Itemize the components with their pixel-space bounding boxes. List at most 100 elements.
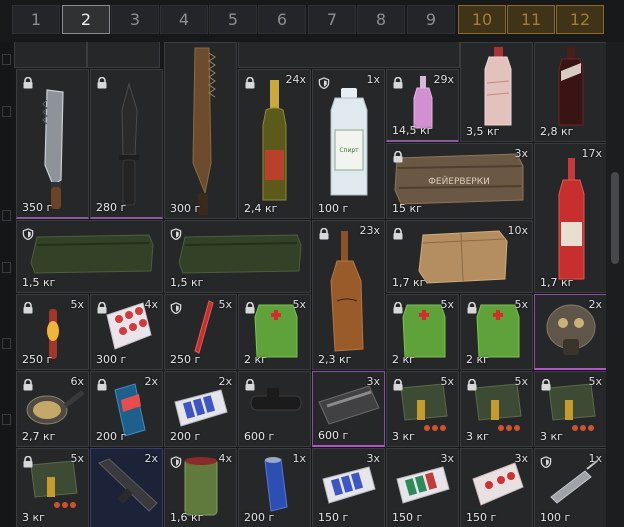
- item-red-stick[interactable]: 5x 250 г: [164, 294, 237, 370]
- item-quantity: 5x: [588, 375, 602, 388]
- item-frying-pan[interactable]: 6x 2,7 кг: [16, 371, 89, 447]
- tab-page-5[interactable]: 5: [209, 5, 257, 34]
- item-serrated-knife[interactable]: 350 г: [16, 69, 89, 219]
- tab-page-8[interactable]: 8: [357, 5, 405, 34]
- item-quantity: 5x: [514, 298, 528, 311]
- inventory-slot-partial[interactable]: [87, 42, 160, 68]
- lock-icon: [540, 376, 552, 388]
- item-weight: 150 г: [392, 511, 423, 524]
- item-blue-can[interactable]: 1x 200 г: [238, 448, 311, 527]
- item-gas-mask-helmet[interactable]: 2x: [534, 294, 606, 370]
- item-saw-blade[interactable]: 300 г: [164, 42, 237, 219]
- lock-icon: [96, 299, 108, 311]
- item-vodka-bottle[interactable]: 17x 1,7 кг: [534, 143, 606, 293]
- item-quantity: 3x: [514, 147, 528, 160]
- item-grenade-pack[interactable]: 5x 3 кг: [386, 371, 459, 447]
- brown-bottle-icon: [330, 231, 364, 352]
- tab-page-12[interactable]: 12: [556, 5, 604, 34]
- tab-page-1[interactable]: 1: [12, 5, 60, 34]
- item-cardboard-box[interactable]: 10x 1,7 кг: [386, 220, 533, 293]
- item-batteries[interactable]: 3x 150 г: [312, 448, 385, 527]
- item-batteries[interactable]: 3x 150 г: [386, 448, 459, 527]
- item-scope[interactable]: 600 г: [238, 371, 311, 447]
- item-ammo-crate[interactable]: 1,5 кг: [164, 220, 311, 293]
- inventory-slot-partial[interactable]: [14, 42, 87, 68]
- tab-page-4[interactable]: 4: [160, 5, 208, 34]
- item-weight: 1,7 кг: [540, 276, 574, 289]
- item-pills[interactable]: 4x 300 г: [90, 294, 163, 370]
- item-combat-knife[interactable]: 280 г: [90, 69, 163, 219]
- item-weight: 2,8 кг: [540, 125, 574, 138]
- item-quantity: 5x: [440, 298, 454, 311]
- item-weight: 150 г: [318, 511, 349, 524]
- item-weight: 100 г: [540, 511, 571, 524]
- item-flare[interactable]: 5x 250 г: [16, 294, 89, 370]
- tab-page-7[interactable]: 7: [308, 5, 356, 34]
- item-weight: 1,7 кг: [392, 276, 426, 289]
- scrollbar-thumb[interactable]: [611, 172, 619, 264]
- item-medkit[interactable]: 5x 2 кг: [460, 294, 533, 370]
- item-quantity: 4x: [218, 452, 232, 465]
- item-grenade-pack[interactable]: 5x 3 кг: [16, 448, 89, 527]
- tab-page-3[interactable]: 3: [111, 5, 159, 34]
- left-side-panel: [0, 42, 15, 527]
- lock-icon: [244, 299, 256, 311]
- item-grenade-pack[interactable]: 5x 3 кг: [460, 371, 533, 447]
- item-quantity: 1x: [366, 73, 380, 86]
- item-ammo-crate[interactable]: 1,5 кг: [16, 220, 163, 293]
- item-pill-pack[interactable]: 3x 150 г: [460, 448, 533, 527]
- item-medkit[interactable]: 5x 2 кг: [238, 294, 311, 370]
- item-weapon-case[interactable]: 3x 600 г: [312, 371, 385, 447]
- item-quantity: 2x: [144, 375, 158, 388]
- item-quantity: 5x: [70, 452, 84, 465]
- item-wine-bottle[interactable]: 2,8 кг: [534, 42, 606, 142]
- item-energy-drink[interactable]: 2x 200 г: [90, 371, 163, 447]
- item-weight: 600 г: [244, 430, 275, 443]
- inventory-scrollbar[interactable]: [606, 42, 624, 527]
- item-alcohol-bottle[interactable]: Спирт 1x 100 г: [312, 69, 385, 219]
- lock-icon: [96, 376, 108, 388]
- item-grenade-pack[interactable]: 5x 3 кг: [534, 371, 606, 447]
- page-tab-bar: 1 2 3 4 5 6 7 8 9 10 11 12: [0, 0, 624, 42]
- shield-icon: [22, 225, 34, 238]
- shield-icon: [170, 225, 182, 238]
- item-weight: 2 кг: [244, 353, 267, 366]
- alcohol-label: Спирт: [339, 147, 359, 154]
- shield-icon: [170, 453, 182, 466]
- item-quantity: 24x: [285, 73, 306, 86]
- item-syringe[interactable]: 1x 100 г: [534, 448, 606, 527]
- tab-page-6[interactable]: 6: [258, 5, 306, 34]
- tab-page-9[interactable]: 9: [407, 5, 455, 34]
- item-batteries[interactable]: 2x 200 г: [164, 371, 237, 447]
- item-quantity: 2x: [144, 452, 158, 465]
- champagne-bottle-icon: [262, 80, 287, 201]
- item-rifle-part[interactable]: 2x: [90, 448, 163, 527]
- vodka-bottle-icon: [558, 158, 585, 280]
- inventory-slot-partial[interactable]: [238, 42, 460, 68]
- item-quantity: 3x: [366, 375, 380, 388]
- lock-icon: [466, 376, 478, 388]
- item-brown-bottle[interactable]: 23x 2,3 кг: [312, 220, 385, 370]
- lock-icon: [22, 299, 34, 311]
- inventory-grid: 350 г 280 г 300 г 24x 2,4 кг Спирт 1x 10…: [14, 42, 606, 527]
- item-weight: 250 г: [170, 353, 201, 366]
- item-champagne[interactable]: 24x 2,4 кг: [238, 69, 311, 219]
- item-pink-bottle[interactable]: 29x 14,5 кг: [386, 69, 459, 142]
- serrated-knife-icon: [42, 89, 64, 209]
- item-milky-bottle[interactable]: 3,5 кг: [460, 42, 533, 142]
- item-quantity: 1x: [292, 452, 306, 465]
- item-fireworks-crate[interactable]: ФЕЙЕРВЕРКИ 3x 15 кг: [386, 143, 533, 219]
- item-quantity: 10x: [507, 224, 528, 237]
- item-weight: 1,5 кг: [22, 276, 56, 289]
- tab-page-2[interactable]: 2: [62, 5, 110, 34]
- item-tin-can[interactable]: 4x 1,6 кг: [164, 448, 237, 527]
- lock-icon: [22, 376, 34, 388]
- item-medkit[interactable]: 5x 2 кг: [386, 294, 459, 370]
- item-weight: 14,5 кг: [392, 124, 433, 137]
- tab-page-10[interactable]: 10: [458, 5, 506, 34]
- lock-icon: [392, 299, 404, 311]
- tab-page-11[interactable]: 11: [507, 5, 555, 34]
- side-marker: [2, 414, 11, 425]
- item-weight: 3,5 кг: [466, 125, 500, 138]
- item-weight: 600 г: [318, 429, 349, 442]
